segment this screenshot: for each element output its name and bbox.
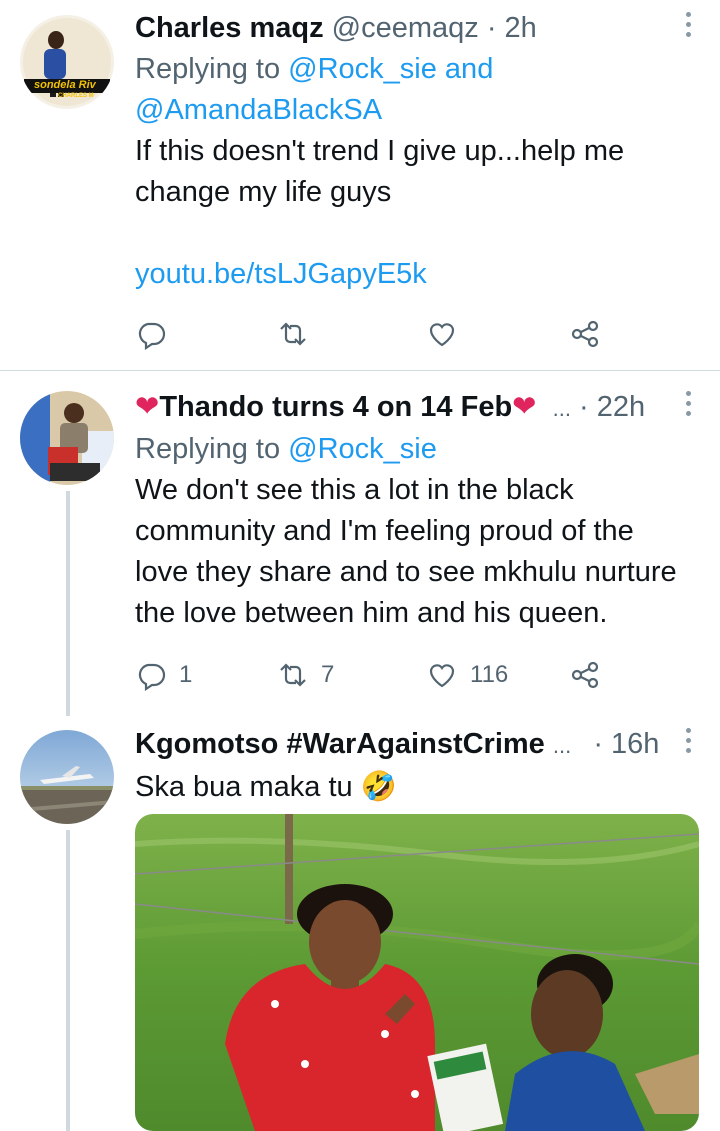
reply-button[interactable] (135, 314, 167, 354)
like-button[interactable] (426, 314, 458, 354)
tweet-text-line: change my life guys (135, 176, 392, 208)
display-name[interactable]: Charles maqz (135, 12, 324, 44)
avatar-logo-subtext: CHARLES M (58, 93, 94, 99)
mention-link[interactable]: @Rock_sie (288, 53, 437, 85)
share-button[interactable] (569, 314, 601, 354)
laughing-emoji: 🤣 (360, 771, 397, 803)
heart-emoji: ❤ (135, 391, 160, 423)
name-ellipsis: ... (546, 396, 571, 421)
avatar-image (20, 391, 114, 485)
like-button[interactable]: 116 (426, 655, 508, 695)
reply-icon (138, 322, 166, 350)
reply-button[interactable]: 1 (135, 655, 192, 695)
tweet-text-line: the love between him and his queen. (135, 597, 608, 629)
avatar-image (20, 730, 114, 824)
user-handle[interactable]: @ceemaqz (332, 12, 479, 44)
mention-link[interactable]: @Rock_sie (288, 433, 437, 465)
replying-to: Replying to @Rock_sie and (135, 49, 700, 90)
replying-prefix: Replying to (135, 433, 289, 465)
timestamp[interactable]: 2h (505, 12, 537, 44)
replying-prefix: Replying to (135, 53, 289, 85)
more-icon[interactable] (686, 12, 692, 42)
name-ellipsis: ... (546, 733, 572, 758)
thread-line (66, 830, 70, 1131)
more-icon[interactable] (686, 391, 692, 421)
tweet-header: Kgomotso #WarAgainstCrime ... · 16h (135, 726, 700, 764)
display-name[interactable]: Thando turns 4 on 14 Feb (159, 391, 512, 423)
like-count: 116 (470, 661, 509, 688)
share-icon (571, 661, 599, 689)
tweet-text-line: If this doesn't trend I give up...help m… (135, 135, 625, 167)
retweet-button[interactable] (277, 314, 309, 354)
tweet-header: ❤Thando turns 4 on 14 Feb❤ ... · 22h (135, 389, 700, 427)
reply-count: 1 (179, 661, 193, 688)
tweet-text-line: community and I'm feeling proud of the (135, 515, 634, 547)
replying-to: Replying to @Rock_sie (135, 429, 700, 470)
separator-dot: · (585, 728, 612, 760)
share-icon (571, 320, 599, 348)
reply-icon (138, 663, 166, 691)
timestamp[interactable]: 16h (611, 728, 659, 760)
retweet-icon (280, 322, 306, 346)
timestamp[interactable]: 22h (597, 391, 645, 423)
retweet-count: 7 (321, 661, 335, 688)
separator-dot: · (570, 391, 597, 423)
avatar[interactable] (20, 391, 114, 485)
retweet-button[interactable]: 7 (277, 655, 334, 695)
tweet-text-line: We don't see this a lot in the black (135, 474, 574, 506)
share-button[interactable] (569, 655, 601, 695)
tweet-thando[interactable]: ❤Thando turns 4 on 14 Feb❤ ... · 22h Rep… (0, 371, 720, 716)
tweet-link[interactable]: youtu.be/tsLJGapyE5k (135, 254, 700, 295)
avatar-logo-text: sondela Riv (34, 79, 96, 91)
tweet-text-content: Ska bua maka tu (135, 771, 353, 803)
avatar[interactable]: sondela Riv CHARLES M (20, 15, 114, 109)
action-bar: 1 7 116 (135, 655, 615, 695)
tweet-charles[interactable]: sondela Riv CHARLES M Charles maqz @ceem… (0, 0, 720, 370)
like-icon (429, 664, 455, 688)
tweet-text-line: love they share and to see mkhulu nurtur… (135, 556, 677, 588)
avatar[interactable] (20, 730, 114, 824)
separator-dot: · (478, 12, 505, 44)
tweet-text: Ska bua maka tu 🤣 (135, 767, 700, 808)
like-icon (429, 323, 455, 347)
more-icon[interactable] (686, 728, 692, 758)
tweet-header: Charles maqz @ceemaqz · 2h (135, 10, 700, 46)
retweet-icon (280, 663, 306, 687)
action-bar (135, 314, 615, 354)
mention-link[interactable]: @AmandaBlackSA (135, 94, 382, 126)
replying-to-line2: @AmandaBlackSA (135, 90, 700, 131)
heart-emoji: ❤ (512, 391, 537, 423)
and-word[interactable]: and (437, 53, 493, 85)
tweet-photo[interactable] (135, 814, 699, 1131)
display-name[interactable]: Kgomotso #WarAgainstCrime (135, 728, 545, 760)
photo-image (135, 814, 699, 1131)
thread-line (66, 491, 70, 716)
